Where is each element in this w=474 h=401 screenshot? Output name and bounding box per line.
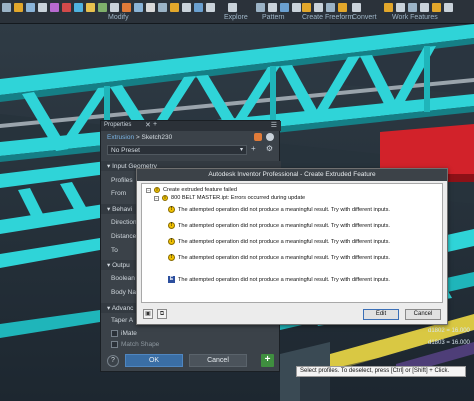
status-prompt: Select profiles. To deselect, press [Ctr… — [296, 366, 466, 377]
warning-icon: ! — [168, 222, 175, 229]
dimension-label[interactable]: d1803 = 16.000 — [428, 340, 470, 346]
feature-icon[interactable] — [254, 133, 262, 141]
copy-icon[interactable]: ⧉ — [157, 309, 167, 319]
warning-icon: ! — [168, 254, 175, 261]
to-label: To — [111, 247, 118, 254]
message-detail[interactable]: E The attempted operation did not produc… — [168, 276, 390, 283]
preset-dropdown[interactable]: No Preset ▾ — [107, 145, 247, 155]
properties-tab[interactable]: Properties ✕ + ☰ — [101, 121, 281, 131]
collapse-toggle[interactable]: − — [154, 195, 159, 201]
dimension-label[interactable]: d1802 = 16.000 — [428, 328, 470, 334]
properties-tab-label: Properties — [104, 122, 132, 128]
warning-icon: ! — [168, 206, 175, 213]
red-component[interactable] — [380, 124, 474, 174]
panel-header-icons — [254, 133, 274, 141]
message-child[interactable]: − ! 800 BELT MASTER.ipt: Errors occurred… — [154, 195, 305, 201]
message-tree[interactable]: − ! Create extruded feature failed − ! 8… — [141, 183, 443, 303]
menu-icon[interactable]: ☰ — [271, 121, 277, 129]
ribbon-group-work-features: Work Features — [392, 14, 438, 21]
warning-icon: ! — [154, 187, 160, 193]
breadcrumb-sketch[interactable]: Sketch230 — [142, 134, 173, 141]
cancel-button[interactable]: Cancel — [189, 354, 247, 367]
ribbon-group-explore: Explore — [224, 14, 248, 21]
explore-tools[interactable] — [228, 3, 237, 13]
breadcrumb: Extrusion > Sketch230 — [107, 134, 173, 141]
error-dialog: Autodesk Inventor Professional - Create … — [136, 168, 448, 325]
inventor-window: Modify Explore Pattern Create Freeform C… — [0, 0, 474, 401]
apply-plus-button[interactable]: + — [261, 354, 274, 367]
boolean-label: Boolean — [111, 275, 135, 282]
message-root[interactable]: − ! Create extruded feature failed — [146, 187, 237, 193]
preset-tools[interactable]: + ⚙ — [251, 144, 277, 153]
chevron-down-icon: ▾ — [239, 147, 243, 153]
ribbon-group-convert: Convert — [352, 14, 377, 21]
preset-value: No Preset — [111, 147, 140, 154]
close-icon[interactable]: ✕ — [145, 121, 151, 129]
ribbon-group-pattern: Pattern — [262, 14, 285, 21]
dialog-title: Autodesk Inventor Professional - Create … — [208, 171, 376, 178]
match-shape-checkbox[interactable] — [111, 341, 118, 348]
warning-icon: ! — [162, 195, 168, 201]
collapse-toggle[interactable]: − — [146, 187, 151, 193]
message-detail[interactable]: ! The attempted operation did not produc… — [168, 222, 390, 229]
save-icon[interactable]: ▣ — [143, 309, 153, 319]
ribbon-group-modify: Modify — [108, 14, 129, 21]
imate-checkbox[interactable] — [111, 330, 118, 337]
modify-tools[interactable] — [2, 3, 215, 13]
direction-label: Direction — [111, 219, 137, 226]
ok-button[interactable]: OK — [125, 354, 183, 367]
warning-icon: ! — [168, 238, 175, 245]
taper-label: Taper A — [111, 317, 134, 324]
match-shape-label: Match Shape — [121, 341, 160, 348]
message-detail[interactable]: ! The attempted operation did not produc… — [168, 254, 390, 261]
convert-tools[interactable] — [352, 3, 361, 13]
dialog-titlebar[interactable]: Autodesk Inventor Professional - Create … — [137, 169, 447, 181]
visibility-icon[interactable] — [266, 133, 274, 141]
imate-label: iMate — [121, 330, 137, 337]
add-tab-icon[interactable]: + — [153, 121, 157, 128]
ribbon-group-create-freeform: Create Freeform — [302, 14, 354, 21]
message-detail[interactable]: ! The attempted operation did not produc… — [168, 238, 390, 245]
freeform-tools[interactable] — [302, 3, 347, 13]
profiles-label: Profiles — [111, 177, 133, 184]
work-features-tools[interactable] — [384, 3, 453, 13]
dialog-cancel-button[interactable]: Cancel — [405, 309, 441, 320]
message-detail[interactable]: ! The attempted operation did not produc… — [168, 206, 390, 213]
breadcrumb-feature[interactable]: Extrusion — [107, 134, 134, 141]
edit-button[interactable]: Edit — [363, 309, 399, 320]
help-icon[interactable]: ? — [107, 355, 119, 367]
from-label: From — [111, 190, 127, 197]
pattern-tools[interactable] — [256, 3, 301, 13]
sketch-icon: E — [168, 276, 175, 283]
ribbon: Modify Explore Pattern Create Freeform C… — [0, 0, 474, 24]
